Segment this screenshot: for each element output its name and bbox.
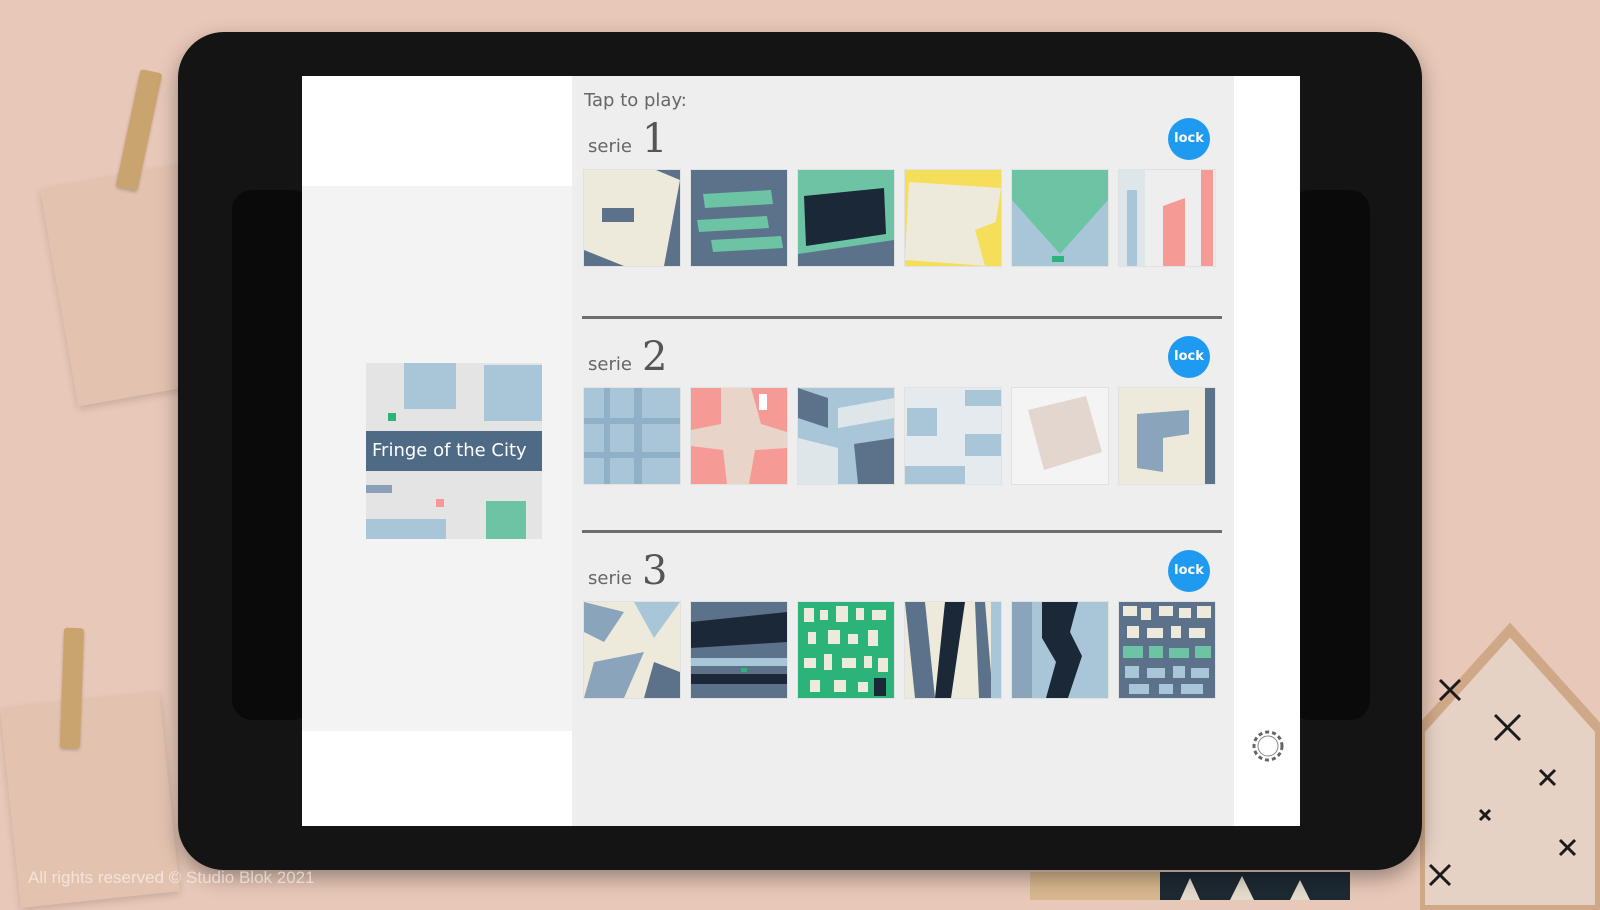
decor-trees-box <box>1030 872 1350 900</box>
section-divider <box>582 530 1222 533</box>
preview-dot <box>388 413 396 421</box>
serie-section-3: serie 3 lock <box>584 548 1216 708</box>
lock-button[interactable]: lock <box>1168 336 1210 378</box>
serie-word: serie <box>588 354 632 375</box>
level-thumbnail[interactable] <box>905 388 1001 484</box>
copyright-text: All rights reserved © Studio Blok 2021 <box>28 868 315 887</box>
gear-icon <box>1252 730 1284 762</box>
preview-block <box>366 519 446 539</box>
section-divider <box>582 316 1222 319</box>
level-thumbnail[interactable] <box>1012 602 1108 698</box>
serie-number: 1 <box>641 116 668 162</box>
serie-word: serie <box>588 568 632 589</box>
tablet-side-left <box>232 190 312 720</box>
serie-thumbnails <box>584 170 1216 266</box>
tap-to-play-label: Tap to play: <box>584 90 687 111</box>
series-panel: Tap to play: serie 1 lock serie 2 lock s… <box>572 76 1234 826</box>
serie-word: serie <box>588 136 632 157</box>
level-thumbnail[interactable] <box>691 388 787 484</box>
level-thumbnail[interactable] <box>905 602 1001 698</box>
serie-thumbnails <box>584 388 1216 484</box>
serie-heading: serie 3 <box>588 548 667 598</box>
level-thumbnail[interactable] <box>798 602 894 698</box>
level-thumbnail[interactable] <box>1012 170 1108 266</box>
level-thumbnail[interactable] <box>1012 388 1108 484</box>
level-thumbnail[interactable] <box>1119 602 1215 698</box>
serie-heading: serie 2 <box>588 334 667 384</box>
preview-block <box>486 501 526 539</box>
level-thumbnail[interactable] <box>905 170 1001 266</box>
serie-number: 2 <box>641 334 668 380</box>
decor-house <box>1420 622 1600 910</box>
serie-section-2: serie 2 lock <box>584 334 1216 494</box>
serie-thumbnails <box>584 602 1216 698</box>
serie-section-1: serie 1 lock <box>584 116 1216 276</box>
serie-number: 3 <box>641 548 668 594</box>
settings-button[interactable] <box>1248 726 1288 766</box>
level-thumbnail[interactable] <box>1119 388 1215 484</box>
serie-heading: serie 1 <box>588 116 667 166</box>
game-preview[interactable]: Fringe of the City <box>366 363 542 539</box>
level-thumbnail[interactable] <box>584 170 680 266</box>
level-thumbnail[interactable] <box>1119 170 1215 266</box>
preview-block <box>484 365 542 421</box>
preview-dot <box>436 499 444 507</box>
preview-block <box>366 485 392 493</box>
level-thumbnail[interactable] <box>691 602 787 698</box>
preview-block <box>404 363 456 409</box>
preview-title: Fringe of the City <box>366 431 542 471</box>
level-thumbnail[interactable] <box>584 602 680 698</box>
lock-button[interactable]: lock <box>1168 118 1210 160</box>
right-strip <box>1234 76 1300 826</box>
lock-button[interactable]: lock <box>1168 550 1210 592</box>
app-screen: Fringe of the City Tap to play: serie 1 l… <box>302 76 1300 826</box>
level-thumbnail[interactable] <box>798 170 894 266</box>
level-thumbnail[interactable] <box>691 170 787 266</box>
level-thumbnail[interactable] <box>584 388 680 484</box>
level-thumbnail[interactable] <box>798 388 894 484</box>
clothespin-bottom <box>59 627 85 749</box>
tablet-side-right <box>1290 190 1370 720</box>
